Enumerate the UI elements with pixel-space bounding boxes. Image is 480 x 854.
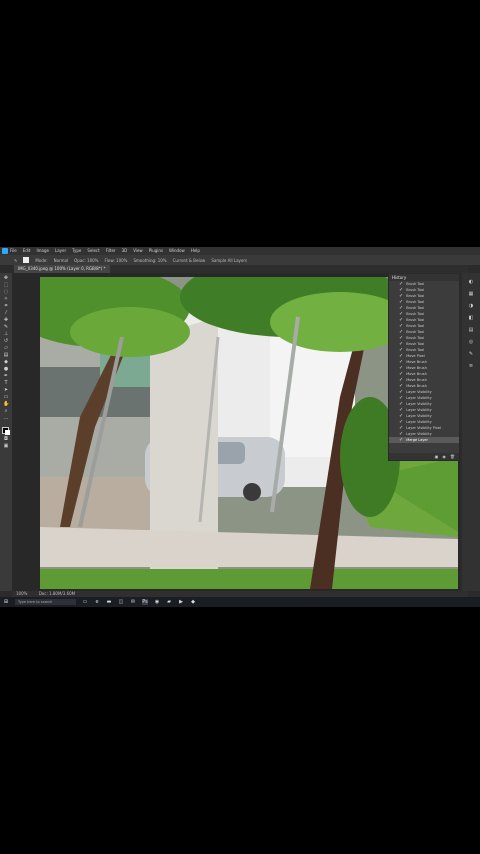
more-tools-icon[interactable]: … xyxy=(3,416,9,421)
menu-plugins[interactable]: Plugins xyxy=(149,247,163,255)
properties-panel-icon[interactable]: ≡ xyxy=(467,363,475,369)
menu-3d[interactable]: 3D xyxy=(122,247,128,255)
app-icon[interactable]: ◆ xyxy=(190,599,196,605)
path-selection-tool-icon[interactable]: ➤ xyxy=(3,388,9,393)
menu-view[interactable]: View xyxy=(133,247,143,255)
mode-label: Mode: xyxy=(35,257,48,263)
layers-panel-icon[interactable]: ▤ xyxy=(467,327,475,333)
paths-panel-icon[interactable]: ✎ xyxy=(467,351,475,357)
store-icon[interactable]: ◫ xyxy=(118,599,124,605)
magic-wand-tool-icon[interactable]: ✧ xyxy=(3,297,9,302)
quick-mask-icon[interactable]: ◘ xyxy=(3,437,9,442)
create-snapshot-icon[interactable]: ◉ xyxy=(442,453,446,460)
dodge-tool-icon[interactable]: ● xyxy=(3,367,9,372)
menu-layer[interactable]: Layer xyxy=(55,247,66,255)
task-view-icon[interactable]: ▭ xyxy=(82,599,88,605)
opacity-field[interactable]: Opac: 100% xyxy=(74,258,98,263)
windows-start-icon[interactable]: ⊞ xyxy=(3,599,9,605)
channels-panel-icon[interactable]: ◎ xyxy=(467,339,475,345)
healing-brush-tool-icon[interactable]: ✚ xyxy=(3,318,9,323)
menu-image[interactable]: Image xyxy=(36,247,49,255)
file-explorer-icon[interactable]: ▬ xyxy=(106,599,112,605)
photoshop-window: File Edit Image Layer Type Select Filter… xyxy=(0,247,480,607)
screen-mode-icon[interactable]: ▣ xyxy=(3,444,9,449)
adjustments-panel-icon[interactable]: ◑ xyxy=(467,303,475,309)
chrome-icon[interactable]: ◉ xyxy=(154,599,160,605)
smoothing-field[interactable]: Smoothing: 10% xyxy=(133,258,166,263)
history-state-item[interactable]: ✓ Merge Layer xyxy=(389,437,459,443)
document-tab-bar: IMG_0340.jpeg @ 100% (Layer 0, RGB/8*) * xyxy=(12,265,468,273)
folder-icon[interactable]: ▰ xyxy=(166,599,172,605)
sample-all-layers-checkbox[interactable]: Sample All Layers xyxy=(211,258,247,263)
history-panel-title[interactable]: History xyxy=(389,274,459,281)
history-panel-footer: ▣ ◉ 🗑 xyxy=(389,453,459,460)
menu-window[interactable]: Window xyxy=(169,247,185,255)
sample-select[interactable]: Current & Below xyxy=(173,258,206,263)
menu-file[interactable]: File xyxy=(10,247,17,255)
document-tab[interactable]: IMG_0340.jpeg @ 100% (Layer 0, RGB/8*) * xyxy=(14,265,110,273)
right-panel-dock: ◐ ▦ ◑ ◧ ▤ ◎ ✎ ≡ xyxy=(462,273,480,591)
brush-tool-icon[interactable]: ✎ xyxy=(3,325,9,330)
new-document-from-state-icon[interactable]: ▣ xyxy=(435,453,439,460)
tools-panel: ✥ ⬚ ◌ ✧ ⌗ ⁄ ✚ ✎ ⊥ ↺ ▱ ▤ ◆ ● ✒ T ➤ ▭ ✋ ⌕ … xyxy=(0,273,12,591)
type-tool-icon[interactable]: T xyxy=(3,381,9,386)
edge-browser-icon[interactable]: e xyxy=(94,599,100,605)
history-brush-tool-icon[interactable]: ↺ xyxy=(3,339,9,344)
options-bar: ✎ Mode: Normal Opac: 100% Flow: 100% Smo… xyxy=(0,255,480,265)
hand-tool-icon[interactable]: ✋ xyxy=(3,402,9,407)
menu-type[interactable]: Type xyxy=(72,247,81,255)
color-swatches[interactable] xyxy=(2,427,10,435)
eraser-tool-icon[interactable]: ▱ xyxy=(3,346,9,351)
color-panel-icon[interactable]: ◐ xyxy=(467,279,475,285)
windows-taskbar: ⊞ Type here to search ▭ e ▬ ◫ ✉ Ps ◉ ▰ ▶… xyxy=(0,597,480,607)
history-state-label: Merge Layer xyxy=(406,438,428,442)
marquee-tool-icon[interactable]: ⬚ xyxy=(3,283,9,288)
menu-filter[interactable]: Filter xyxy=(106,247,116,255)
background-color-swatch[interactable] xyxy=(5,430,10,435)
photoshop-logo-icon xyxy=(2,248,8,254)
move-tool-icon[interactable]: ✥ xyxy=(3,276,9,281)
delete-state-icon[interactable]: 🗑 xyxy=(450,453,455,460)
taskbar-search-input[interactable]: Type here to search xyxy=(15,599,76,605)
mail-icon[interactable]: ✉ xyxy=(130,599,136,605)
menu-select[interactable]: Select xyxy=(87,247,99,255)
blur-tool-icon[interactable]: ◆ xyxy=(3,360,9,365)
history-panel: History ✓ Brush Tool ✓ Brush Tool ✓ Brush Too… xyxy=(388,273,460,461)
menu-edit[interactable]: Edit xyxy=(23,247,31,255)
media-icon[interactable]: ▶ xyxy=(178,599,184,605)
history-state-icon: ✓ xyxy=(399,437,404,443)
photoshop-taskbar-icon[interactable]: Ps xyxy=(142,599,148,605)
gradient-tool-icon[interactable]: ▤ xyxy=(3,353,9,358)
lasso-tool-icon[interactable]: ◌ xyxy=(3,290,9,295)
eyedropper-tool-icon[interactable]: ⁄ xyxy=(3,311,9,316)
menu-bar: File Edit Image Layer Type Select Filter… xyxy=(0,247,480,255)
pen-tool-icon[interactable]: ✒ xyxy=(3,374,9,379)
flow-field[interactable]: Flow: 100% xyxy=(105,258,128,263)
swatches-panel-icon[interactable]: ▦ xyxy=(467,291,475,297)
clone-stamp-tool-icon[interactable]: ⊥ xyxy=(3,332,9,337)
document-size: Doc: 1.80M/3.60M xyxy=(38,591,76,596)
libraries-panel-icon[interactable]: ◧ xyxy=(467,315,475,321)
shape-tool-icon[interactable]: ▭ xyxy=(3,395,9,400)
mode-select[interactable]: Normal xyxy=(54,258,68,263)
history-list: ✓ Brush Tool ✓ Brush Tool ✓ Brush Tool ✓ Brush … xyxy=(389,281,459,443)
crop-tool-icon[interactable]: ⌗ xyxy=(3,304,9,309)
zoom-level[interactable]: 100% xyxy=(16,591,27,596)
tool-preset-icon[interactable]: ✎ xyxy=(14,258,17,263)
brush-preview-swatch[interactable] xyxy=(23,257,30,263)
zoom-tool-icon[interactable]: ⌕ xyxy=(3,409,9,414)
menu-help[interactable]: Help xyxy=(191,247,200,255)
